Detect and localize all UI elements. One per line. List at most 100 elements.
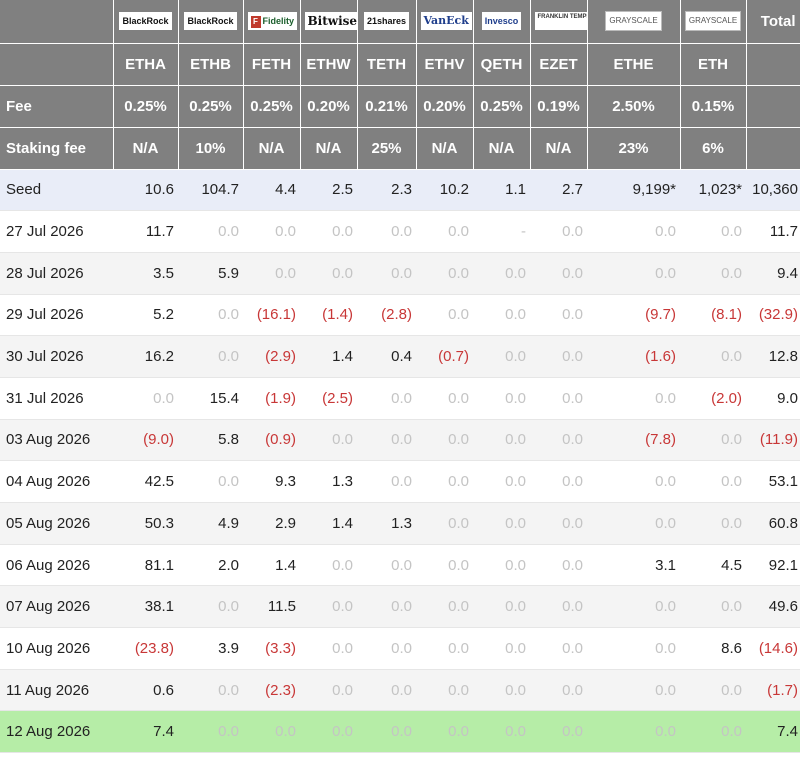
flow-cell: 0.0 [357, 627, 416, 670]
staking-fee-cell: N/A [113, 127, 179, 170]
fidelity-mark-icon: F [250, 15, 261, 28]
row-date: 27 Jul 2026 [0, 210, 113, 253]
fee-cell: 0.25% [178, 85, 244, 128]
flow-cell: 2.9 [243, 502, 300, 545]
fee-cell: 0.25% [473, 85, 531, 128]
flow-cell: - [473, 210, 530, 253]
row-total: 10,360 [746, 169, 800, 212]
row-total: (11.9) [746, 419, 800, 462]
blackrock-logo: BlackRock [119, 12, 172, 31]
flow-cell: 0.0 [473, 544, 530, 587]
flow-cell: 0.0 [243, 710, 300, 754]
corner-cell [0, 0, 114, 44]
flow-cell: 4.4 [243, 169, 300, 212]
total-header: Total [746, 0, 800, 44]
flow-cell: 0.0 [416, 419, 473, 462]
blackrock-logo: BlackRock [184, 12, 237, 31]
flow-cell: 0.0 [357, 377, 416, 420]
flow-cell: (0.9) [243, 419, 300, 462]
flow-cell: 0.0 [530, 377, 587, 420]
flow-cell: 0.0 [178, 669, 243, 712]
flow-cell: 7.4 [113, 710, 178, 754]
ticker-cell: ETH [680, 43, 747, 86]
flow-cell: 0.0 [680, 252, 746, 295]
flow-cell: 0.0 [473, 460, 530, 503]
flow-cell: 0.0 [416, 294, 473, 337]
row-total: 12.8 [746, 335, 800, 378]
flow-cell: 0.0 [416, 502, 473, 545]
ticker-cell: ETHB [178, 43, 244, 86]
flow-cell: 16.2 [113, 335, 178, 378]
flow-cell: 0.0 [530, 294, 587, 337]
table-row: 31 Jul 2026 0.0 15.4 (1.9) (2.5) 0.0 0.0 0.0 0.0… [0, 377, 800, 420]
flow-cell: 4.5 [680, 544, 746, 587]
table-row: 06 Aug 2026 81.1 2.0 1.4 0.0 0.0 0.0 0.0 0.0 3.1 4… [0, 544, 800, 587]
table-row: 28 Jul 2026 3.5 5.9 0.0 0.0 0.0 0.0 0.0 0.0 0.0 0.… [0, 252, 800, 295]
grayscale-logo: GRAYSCALE [684, 11, 742, 32]
issuer-logo-row: BlackRock BlackRock F Fidelity Bitwise 21… [0, 0, 800, 44]
fee-row: Fee 0.25% 0.25% 0.25% 0.20% 0.21% 0.20% … [0, 85, 800, 128]
ticker-cell: FETH [243, 43, 301, 86]
staking-fee-total-cell [746, 127, 800, 170]
flow-cell: 0.0 [178, 585, 243, 629]
row-date: 03 Aug 2026 [0, 419, 113, 462]
fee-total-cell [746, 85, 800, 128]
flow-cell: 0.0 [530, 627, 587, 670]
flow-cell: 15.4 [178, 377, 243, 420]
flow-cell: 0.0 [473, 252, 530, 295]
staking-fee-cell: 23% [587, 127, 681, 170]
flow-cell: (9.0) [113, 419, 178, 462]
table-row: 12 Aug 2026 7.4 0.0 0.0 0.0 0.0 0.0 0.0 0.0 0.0 0.… [0, 710, 800, 754]
flow-cell: 0.0 [680, 669, 746, 712]
table-row: 03 Aug 2026 (9.0) 5.8 (0.9) 0.0 0.0 0.0 0.0 0.0(… [0, 419, 800, 462]
row-total: (14.6) [746, 627, 800, 670]
table-row: 04 Aug 2026 42.5 0.0 9.3 1.3 0.0 0.0 0.0 0.0 0.0 0… [0, 460, 800, 503]
flow-cell: 0.0 [587, 585, 680, 629]
grayscale-logo: GRAYSCALE [605, 11, 662, 32]
flow-cell: 1.4 [300, 502, 357, 545]
table-row: 05 Aug 2026 50.3 4.9 2.9 1.4 1.3 0.0 0.0 0.0 0.0 0… [0, 502, 800, 545]
flow-cell: 0.0 [178, 294, 243, 337]
flow-cell: 0.0 [587, 377, 680, 420]
fee-cell: 0.15% [680, 85, 747, 128]
flow-cell: 2.7 [530, 169, 587, 212]
flow-cell: 10.2 [416, 169, 473, 212]
table-row: 07 Aug 2026 38.1 0.0 11.5 0.0 0.0 0.0 0.0 0.0 0.0… [0, 585, 800, 629]
fee-label: Fee [0, 85, 114, 128]
21shares-logo: 21shares [363, 12, 410, 31]
flow-cell: 5.9 [178, 252, 243, 295]
flow-cell: 0.0 [416, 710, 473, 754]
flow-cell: 0.0 [680, 460, 746, 503]
flow-cell: (2.8) [357, 294, 416, 337]
seed-label: Seed [0, 169, 113, 212]
ticker-cell: ETHA [113, 43, 179, 86]
row-date: 31 Jul 2026 [0, 377, 113, 420]
fee-cell: 0.25% [113, 85, 179, 128]
flow-cell: 0.0 [680, 585, 746, 629]
row-date: 06 Aug 2026 [0, 544, 113, 587]
flow-cell: 0.0 [473, 294, 530, 337]
flow-cell: (3.3) [243, 627, 300, 670]
flow-cell: (1.4) [300, 294, 357, 337]
flow-cell: (1.6) [587, 335, 680, 378]
table-row: 29 Jul 2026 5.2 0.0 (16.1) (1.4) (2.8) 0.0 0.0 0… [0, 294, 800, 337]
flow-cell: 0.0 [416, 377, 473, 420]
invesco-logo: Invesco [481, 12, 522, 31]
flow-cell: (2.0) [680, 377, 746, 420]
flow-cell: 3.9 [178, 627, 243, 670]
flow-cell: 0.0 [178, 460, 243, 503]
staking-fee-cell: N/A [300, 127, 358, 170]
bitwise-logo: Bitwise [304, 12, 356, 31]
flow-cell: 0.0 [300, 419, 357, 462]
flow-cell: 0.0 [416, 252, 473, 295]
table-row: 27 Jul 2026 11.7 0.0 0.0 0.0 0.0 0.0-0.0 0.0 0.0… [0, 210, 800, 253]
flow-cell: 2.0 [178, 544, 243, 587]
staking-fee-cell: N/A [243, 127, 301, 170]
flow-cell: 2.3 [357, 169, 416, 212]
flow-cell: 0.0 [530, 252, 587, 295]
staking-fee-cell: N/A [473, 127, 531, 170]
flow-cell: 0.0 [680, 710, 746, 754]
flow-cell: 1.3 [357, 502, 416, 545]
staking-fee-cell: N/A [530, 127, 588, 170]
flow-cell: 0.0 [473, 502, 530, 545]
